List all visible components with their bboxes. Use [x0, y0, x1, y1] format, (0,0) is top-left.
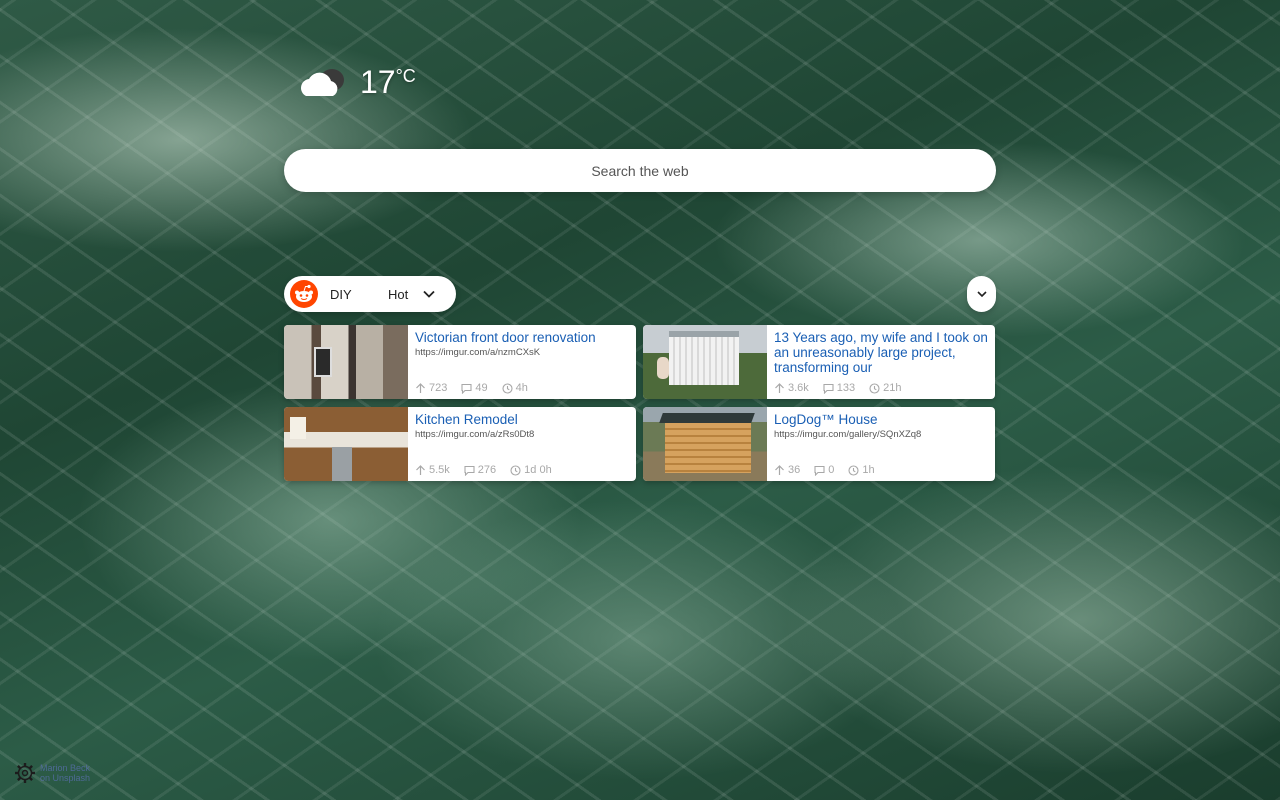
post-card[interactable]: Victorian front door renovation https://… — [284, 325, 636, 399]
post-body: LogDog™ House https://imgur.com/gallery/… — [767, 407, 995, 481]
comment-icon — [814, 465, 825, 476]
weather-widget: 17 °C — [296, 62, 416, 102]
comment-icon — [823, 383, 834, 394]
post-meta: 723 49 4h — [415, 382, 528, 394]
post-body: Kitchen Remodel https://imgur.com/a/zRs0… — [408, 407, 636, 481]
age-value: 1h — [862, 464, 875, 476]
upvote-value: 3.6k — [788, 382, 809, 394]
post-title[interactable]: 13 Years ago, my wife and I took on an u… — [774, 330, 989, 375]
comment-value: 0 — [828, 464, 835, 476]
arrow-up-icon — [775, 382, 784, 393]
post-url[interactable]: https://imgur.com/a/nzmCXsK — [415, 347, 630, 358]
upvote-count: 723 — [415, 382, 447, 394]
post-age: 21h — [869, 382, 902, 394]
upvote-value: 36 — [788, 464, 801, 476]
post-card[interactable]: 13 Years ago, my wife and I took on an u… — [643, 325, 995, 399]
post-thumbnail[interactable] — [643, 407, 767, 481]
post-title[interactable]: LogDog™ House — [774, 412, 989, 427]
post-card[interactable]: Kitchen Remodel https://imgur.com/a/zRs0… — [284, 407, 636, 481]
photo-credit[interactable]: Marion Beck on Unsplash — [40, 763, 90, 783]
photo-credit-author[interactable]: Marion Beck — [40, 763, 90, 773]
age-value: 4h — [515, 382, 528, 394]
post-url[interactable]: https://imgur.com/a/zRs0Dt8 — [415, 429, 630, 440]
upvote-count: 5.5k — [415, 464, 450, 476]
comment-value: 276 — [477, 464, 497, 476]
clock-icon — [848, 464, 859, 476]
arrow-up-icon — [416, 382, 425, 393]
post-thumbnail[interactable] — [643, 325, 767, 399]
comment-count: 0 — [814, 464, 834, 476]
clock-icon — [510, 464, 521, 476]
photo-credit-source[interactable]: on Unsplash — [40, 773, 90, 783]
post-thumbnail[interactable] — [284, 325, 408, 399]
upvote-value: 5.5k — [429, 464, 450, 476]
temperature: 17 °C — [360, 64, 416, 101]
search-bar — [284, 149, 996, 192]
comment-value: 49 — [475, 382, 488, 394]
arrow-up-icon — [416, 464, 425, 475]
post-body: 13 Years ago, my wife and I took on an u… — [767, 325, 995, 399]
age-value: 1d 0h — [524, 464, 552, 476]
comment-value: 133 — [836, 382, 856, 394]
comment-count: 49 — [461, 382, 488, 394]
post-meta: 3.6k 133 21h — [774, 382, 902, 394]
clock-icon — [869, 382, 880, 394]
post-age: 4h — [502, 382, 528, 394]
age-value: 21h — [883, 382, 902, 394]
comment-icon — [461, 383, 472, 394]
comment-count: 133 — [823, 382, 855, 394]
post-title[interactable]: Kitchen Remodel — [415, 412, 630, 427]
cloud-sun-icon — [301, 69, 344, 96]
upvote-count: 3.6k — [774, 382, 809, 394]
comment-icon — [464, 465, 475, 476]
post-meta: 5.5k 276 1d 0h — [415, 464, 552, 476]
subreddit-selector[interactable]: DIY Hot — [284, 276, 456, 312]
upvote-value: 723 — [429, 382, 448, 394]
temperature-unit: °C — [395, 65, 416, 86]
upvote-count: 36 — [774, 464, 800, 476]
search-input[interactable] — [284, 149, 996, 192]
sort-label[interactable]: Hot — [388, 287, 408, 302]
post-url[interactable]: https://imgur.com/gallery/SQnXZq8 — [774, 429, 989, 440]
arrow-up-icon — [775, 464, 784, 475]
post-body: Victorian front door renovation https://… — [408, 325, 636, 399]
post-title[interactable]: Victorian front door renovation — [415, 330, 630, 345]
gear-icon[interactable] — [14, 762, 36, 784]
temperature-value: 17 — [360, 63, 396, 100]
reddit-icon — [290, 280, 318, 308]
chevron-down-icon — [976, 291, 987, 298]
post-age: 1h — [848, 464, 875, 476]
chevron-down-icon[interactable] — [422, 287, 436, 301]
post-meta: 36 0 1h — [774, 464, 875, 476]
post-age: 1d 0h — [510, 464, 552, 476]
post-card[interactable]: LogDog™ House https://imgur.com/gallery/… — [643, 407, 995, 481]
collapse-button[interactable] — [967, 276, 996, 312]
comment-count: 276 — [464, 464, 496, 476]
post-thumbnail[interactable] — [284, 407, 408, 481]
subreddit-name: DIY — [330, 286, 352, 302]
clock-icon — [502, 382, 513, 394]
